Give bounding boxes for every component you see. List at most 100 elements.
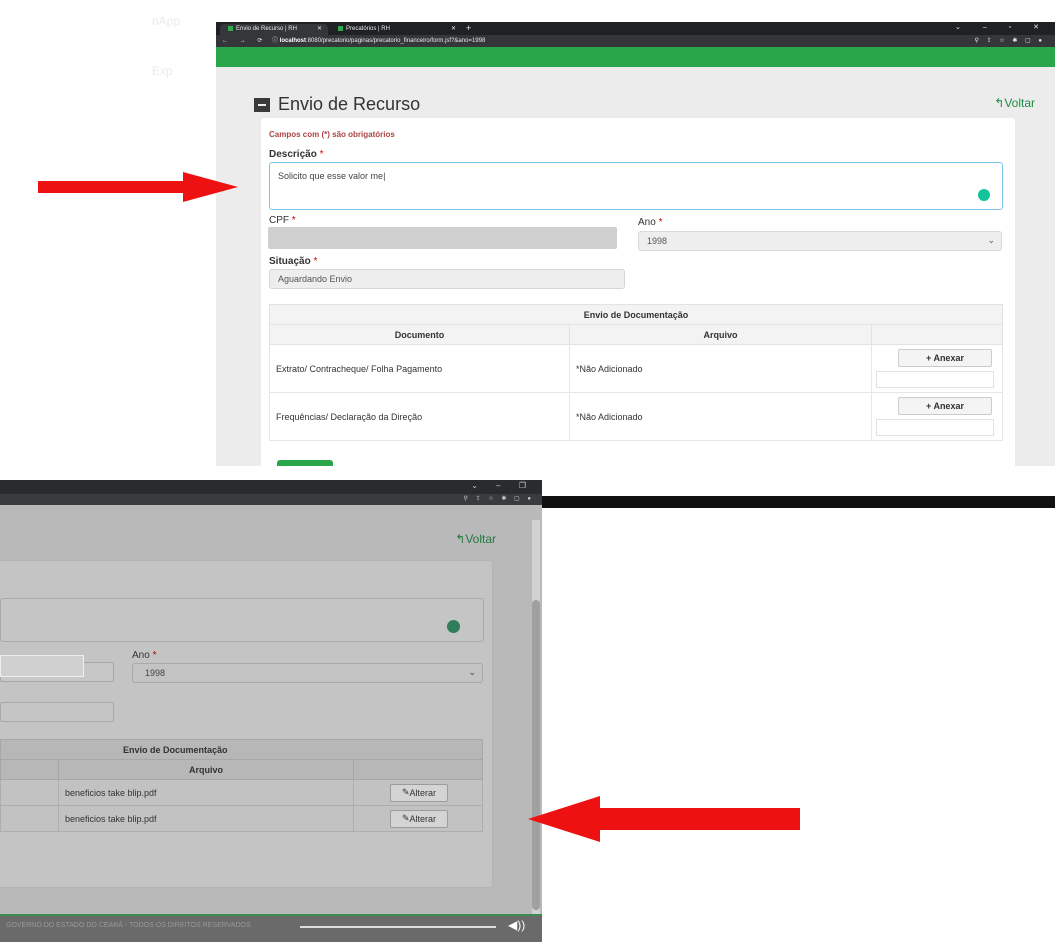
extension-icons[interactable]: ⚲ ⇪ ☆ ✱ ▢ ● [975,35,1045,47]
ano-value: 1998 [145,668,166,678]
column-header-arquivo: Arquivo [569,324,872,345]
table-title: Envio de Documentação [269,304,1003,325]
table-row: Frequências/ Declaração da Direção *Não … [269,392,1003,441]
tab-label: Envio de Recurso | RH [236,26,297,32]
required-note: Campos com (*) são obrigatórios [269,130,395,139]
arquivo-cell: beneficios take blip.pdf [58,805,354,832]
reply-arrow-icon: ↰ [994,96,1005,110]
red-arrow-right-icon [38,172,238,202]
back-link-label: Voltar [465,532,496,546]
alterar-label: Alterar [409,787,437,798]
situacao-label-text: Situação [269,256,311,267]
browser-address-bar: ← → ⟳ ⓘ localhost:8080/precatorio/pagina… [216,35,1055,47]
cpf-field-highlight [0,655,84,677]
pencil-icon: ✎ [401,813,410,823]
close-tab-icon[interactable]: ✕ [451,24,456,35]
situacao-field [0,702,114,722]
extension-icons[interactable]: ⚲ ⇪ ☆ ✱ ▢ ● [464,494,534,505]
close-tab-icon[interactable]: ✕ [317,24,322,35]
documentation-table: Envio de Documentação Documento Arquivo … [269,304,1003,441]
bottom-screenshot: ⌄ – ❐ ⚲ ⇪ ☆ ✱ ▢ ● ↰Voltar Ano * 1998 ⌄ E… [0,480,542,942]
situacao-value: Aguardando Envio [278,274,353,284]
nav-buttons[interactable]: ← → ⟳ [222,35,267,47]
grammarly-icon[interactable] [978,189,990,201]
footer-text: GOVERNO DO ESTADO DO CEARÁ - TODOS OS DI… [6,922,251,929]
action-cell: + Anexar [871,344,1003,393]
arquivo-cell: beneficios take blip.pdf [58,779,354,806]
alterar-button[interactable]: ✎ Alterar [390,809,448,828]
favicon-icon [338,25,343,31]
arrow-shape [38,172,238,202]
column-header-arquivo: Arquivo [58,759,354,780]
back-link[interactable]: ↰Voltar [455,532,496,546]
url-field[interactable]: ⓘ localhost:8080/precatorio/paginas/prec… [272,35,485,47]
window-controls[interactable]: ⌄ – ❐ [471,481,534,490]
chevron-down-icon: ⌄ [987,235,995,245]
cpf-label-text: CPF [269,215,289,226]
back-link-label: Voltar [1004,96,1035,110]
chevron-down-icon: ⌄ [468,667,476,677]
browser-tab-envio[interactable]: Envio de Recurso | RH ✕ [220,24,328,35]
cpf-field-redacted[interactable] [268,227,617,249]
descricao-label: Descrição * [269,149,324,160]
action-cell: ✎ Alterar [353,805,483,832]
scrollbar-thumb[interactable] [532,600,540,910]
situacao-field: Aguardando Envio [269,269,625,289]
file-input-box[interactable] [876,419,994,436]
pencil-icon: ✎ [401,787,410,797]
arquivo-cell: *Não Adicionado [569,392,872,441]
browser-tab-strip: Envio de Recurso | RH ✕ Precatórios | RH… [216,22,1055,35]
column-header-documento [0,759,59,780]
required-mark: * [313,256,318,267]
window-controls[interactable]: ⌄ – ▫ ✕ [955,23,1049,31]
action-cell: + Anexar [871,392,1003,441]
favicon-icon [228,25,233,31]
cpf-label: CPF * [269,215,296,226]
documento-cell: Extrato/ Contracheque/ Folha Pagamento [269,344,570,393]
table-row: beneficios take blip.pdf ✎ Alterar [0,779,483,806]
page-footer: GOVERNO DO ESTADO DO CEARÁ - TODOS OS DI… [0,916,542,942]
anexar-button[interactable]: + Anexar [898,349,992,367]
table-title: Envio de Documentação [0,739,483,760]
browser-tab-strip: ⌄ – ❐ [0,480,542,494]
column-header-documento: Documento [269,324,570,345]
grammarly-icon[interactable] [447,620,460,633]
back-link[interactable]: ↰Voltar [994,96,1035,110]
tab-label: Precatórios | RH [346,26,390,32]
column-header-actions [353,759,483,780]
arquivo-cell: *Não Adicionado [569,344,872,393]
background-ghost-text: Exp [152,64,173,78]
ano-select[interactable]: 1998 ⌄ [638,231,1002,251]
alterar-button[interactable]: ✎ Alterar [390,783,448,802]
volume-icon[interactable]: ◀)) [508,918,525,932]
documento-cell [0,805,59,832]
required-mark: * [291,215,296,226]
descricao-textarea[interactable] [0,598,484,642]
browser-tab-precatorios[interactable]: Precatórios | RH ✕ [330,24,462,35]
table-row: beneficios take blip.pdf ✎ Alterar [0,805,483,832]
ano-value: 1998 [647,236,668,246]
video-progress-track[interactable] [300,926,496,928]
ano-label-text: Ano [638,217,656,228]
page-title: Envio de Recurso [254,94,420,115]
reply-arrow-icon: ↰ [455,532,466,546]
save-button-partial[interactable] [277,460,333,466]
ano-select[interactable]: 1998 ⌄ [132,663,483,683]
app-header-bar [216,47,1055,67]
situacao-label: Situação * [269,256,317,267]
file-input-box[interactable] [876,371,994,388]
documento-cell [0,779,59,806]
anexar-button[interactable]: + Anexar [898,397,992,415]
separator-bar [542,496,1055,508]
descricao-textarea[interactable]: Solicito que esse valor me| [269,162,1003,210]
ano-label-text: Ano [132,650,150,661]
page-title-text: Envio de Recurso [278,94,421,114]
descricao-value: Solicito que esse valor me [278,171,384,181]
required-mark: * [658,217,663,228]
documentation-table: Envio de Documentação Arquivo beneficios… [0,739,483,832]
table-row: Extrato/ Contracheque/ Folha Pagamento *… [269,344,1003,393]
browser-address-bar: ⚲ ⇪ ☆ ✱ ▢ ● [0,494,542,505]
action-cell: ✎ Alterar [353,779,483,806]
new-tab-icon[interactable]: + [466,23,471,33]
form-card: Campos com (*) são obrigatórios Descriçã… [261,118,1015,466]
